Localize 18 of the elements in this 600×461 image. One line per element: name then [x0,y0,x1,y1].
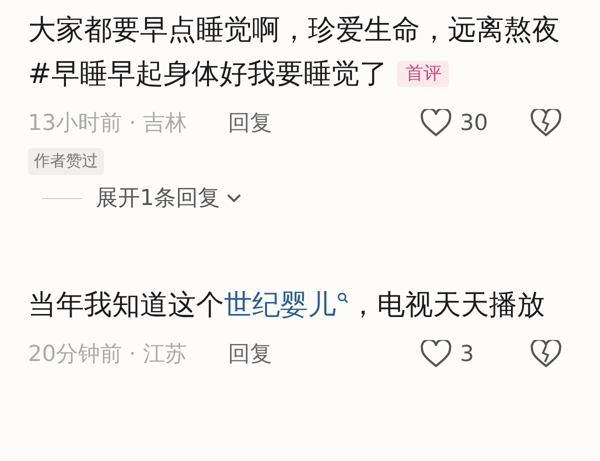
comment-text: 大家都要早点睡觉啊，珍爱生命，远离熬夜 #早睡早起身体好我要睡觉了 首评 [28,12,561,92]
search-icon [337,292,349,304]
heart-icon[interactable] [420,340,452,368]
first-comment-badge: 首评 [397,61,450,87]
expand-replies-button[interactable]: 展开1条回复 [96,183,242,213]
like-count: 30 [460,110,489,136]
reply-button[interactable]: 回复 [228,108,272,138]
search-link[interactable]: 世纪婴儿 [224,288,349,321]
like-count: 3 [460,342,475,366]
broken-heart-icon[interactable] [530,109,562,137]
broken-heart-icon[interactable] [530,340,562,368]
reply-button[interactable]: 回复 [228,339,272,369]
chevron-down-icon [226,193,242,203]
comment-text: 当年我知道这个世纪婴儿 ，电视天天播放 [28,287,546,323]
heart-icon[interactable] [420,109,452,137]
time-location: 20分钟前 · 江苏 [28,341,188,369]
time-location: 13小时前 · 吉林 [28,110,188,138]
author-liked-tag: 作者赞过 [28,148,104,175]
